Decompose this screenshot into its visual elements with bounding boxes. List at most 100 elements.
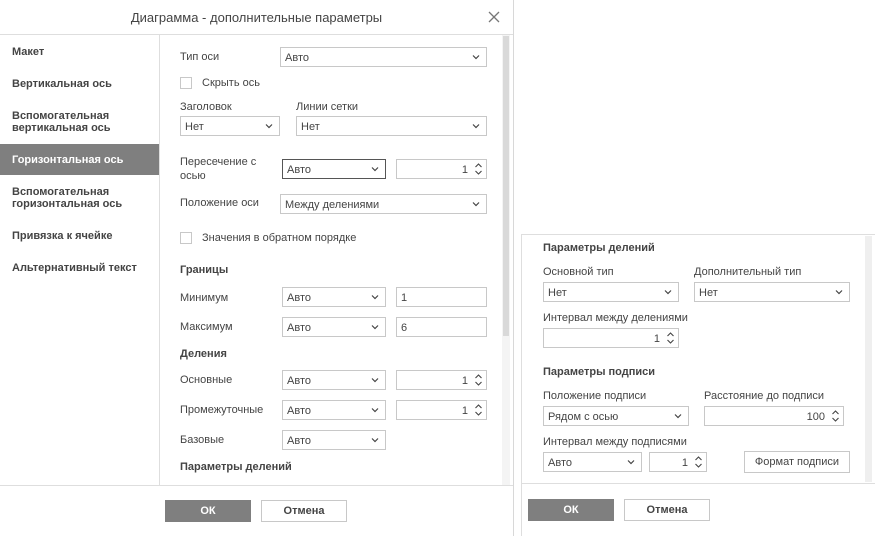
cross-number-value: 1	[461, 164, 468, 176]
sidebar-item-cell-snap[interactable]: Привязка к ячейке	[0, 230, 159, 244]
title-value: Нет	[185, 121, 204, 133]
axis-type-label: Тип оси	[180, 51, 220, 63]
cancel-button[interactable]: Отмена	[624, 499, 710, 521]
gridlines-label: Линии сетки	[296, 101, 359, 113]
chevron-down-icon	[371, 436, 379, 444]
chevron-down-icon	[371, 165, 379, 173]
ok-button[interactable]: ОК	[165, 500, 251, 522]
cross-number-spinner[interactable]: 1	[396, 159, 487, 179]
label-interval-select[interactable]: Авто	[543, 452, 642, 472]
major-type-label: Основной тип	[543, 266, 614, 278]
label-position-select[interactable]: Рядом с осью	[543, 406, 689, 426]
chevron-down-icon	[472, 122, 480, 130]
bounds-header: Границы	[180, 264, 229, 276]
chevron-down-icon	[371, 406, 379, 414]
label-format-button[interactable]: Формат подписи	[744, 451, 850, 473]
tick-interval-spinner[interactable]: 1	[543, 328, 679, 348]
cross-select[interactable]: Авто	[282, 159, 386, 179]
minor-select-value: Авто	[287, 405, 311, 417]
panel-footer-divider	[521, 483, 875, 484]
divisions-header: Деления	[180, 348, 227, 360]
sidebar-item-layout[interactable]: Макет	[0, 46, 159, 60]
hide-axis-label: Скрыть ось	[202, 77, 260, 89]
spinner-arrows-icon[interactable]	[831, 409, 840, 423]
major-value: 1	[461, 375, 468, 387]
minor-type-select[interactable]: Нет	[694, 282, 850, 302]
minor-spinner[interactable]: 1	[396, 400, 487, 420]
label-interval-label: Интервал между подписями	[543, 436, 687, 448]
cross-label: Пересечение с осью	[180, 156, 257, 182]
tick-params-header: Параметры делений	[543, 242, 655, 254]
hide-axis-checkbox[interactable]	[180, 77, 192, 89]
major-type-select[interactable]: Нет	[543, 282, 679, 302]
minor-type-value: Нет	[699, 287, 718, 299]
panel-border-top	[521, 234, 875, 235]
max-input[interactable]: 6	[396, 317, 487, 337]
gridlines-select[interactable]: Нет	[296, 116, 487, 136]
tick-interval-label: Интервал между делениями	[543, 312, 688, 324]
chevron-down-icon	[472, 200, 480, 208]
label-distance-value: 100	[806, 411, 825, 423]
label-interval-spinner[interactable]: 1	[649, 452, 707, 472]
major-label: Основные	[180, 374, 233, 386]
sidebar-item-secondary-horizontal-axis[interactable]: Вспомогательная горизонтальная ось	[0, 186, 159, 212]
reverse-order-label: Значения в обратном порядке	[202, 232, 357, 244]
chevron-down-icon	[627, 458, 635, 466]
major-spinner[interactable]: 1	[396, 370, 487, 390]
footer-divider	[0, 485, 513, 486]
label-interval-select-value: Авто	[548, 457, 572, 469]
sidebar-item-label: Вспомогательная горизонтальная ось	[12, 186, 123, 210]
ok-button[interactable]: ОК	[528, 499, 614, 521]
sidebar-item-vertical-axis[interactable]: Вертикальная ось	[0, 78, 159, 92]
min-input[interactable]: 1	[396, 287, 487, 307]
min-select[interactable]: Авто	[282, 287, 386, 307]
scrollbar-thumb[interactable]	[503, 36, 509, 336]
gridlines-value: Нет	[301, 121, 320, 133]
minor-value: 1	[461, 405, 468, 417]
spinner-arrows-icon[interactable]	[666, 331, 675, 345]
title-label: Заголовок	[180, 101, 232, 113]
scrolled-dialog-panel: Параметры делений Основной тип Дополните…	[521, 234, 875, 536]
title-select[interactable]: Нет	[180, 116, 280, 136]
chevron-down-icon	[371, 293, 379, 301]
spinner-arrows-icon[interactable]	[694, 455, 703, 469]
axis-position-select[interactable]: Между делениями	[280, 194, 487, 214]
label-interval-value: 1	[681, 457, 688, 469]
sidebar-item-label: Горизонтальная ось	[12, 154, 124, 166]
sidebar-item-alt-text[interactable]: Альтернативный текст	[0, 262, 159, 276]
axis-type-select[interactable]: Авто	[280, 47, 487, 67]
panel-scrollbar-track[interactable]	[865, 236, 872, 482]
minor-select[interactable]: Авто	[282, 400, 386, 420]
spinner-arrows-icon[interactable]	[474, 162, 483, 176]
advanced-settings-dialog: Диаграмма - дополнительные параметры Мак…	[0, 0, 514, 536]
chevron-down-icon	[265, 122, 273, 130]
reverse-order-checkbox[interactable]	[180, 232, 192, 244]
label-params-header: Параметры подписи	[543, 366, 656, 378]
label-position-value: Рядом с осью	[548, 411, 619, 423]
spinner-arrows-icon[interactable]	[474, 373, 483, 387]
major-select[interactable]: Авто	[282, 370, 386, 390]
sidebar-item-horizontal-axis[interactable]: Горизонтальная ось	[0, 144, 159, 175]
chevron-down-icon	[472, 53, 480, 61]
label-distance-label: Расстояние до подписи	[704, 390, 825, 402]
sidebar-item-secondary-vertical-axis[interactable]: Вспомогательная вертикальная ось	[0, 110, 159, 136]
dialog-title: Диаграмма - дополнительные параметры	[130, 10, 383, 25]
minor-label: Промежуточные	[180, 404, 264, 416]
max-label: Максимум	[180, 321, 233, 333]
spinner-arrows-icon[interactable]	[474, 403, 483, 417]
max-select[interactable]: Авто	[282, 317, 386, 337]
chevron-down-icon	[835, 288, 843, 296]
cancel-button[interactable]: Отмена	[261, 500, 347, 522]
sidebar-item-label: Вертикальная ось	[12, 78, 112, 90]
base-select-value: Авто	[287, 435, 311, 447]
min-value: 1	[401, 292, 408, 304]
sidebar-item-label: Привязка к ячейке	[12, 230, 113, 242]
base-select[interactable]: Авто	[282, 430, 386, 450]
close-icon[interactable]	[486, 9, 502, 25]
major-select-value: Авто	[287, 375, 311, 387]
axis-position-value: Между делениями	[285, 199, 380, 211]
label-distance-spinner[interactable]: 100	[704, 406, 844, 426]
sidebar-item-label: Вспомогательная вертикальная ось	[12, 110, 111, 134]
base-label: Базовые	[180, 434, 225, 446]
chevron-down-icon	[664, 288, 672, 296]
